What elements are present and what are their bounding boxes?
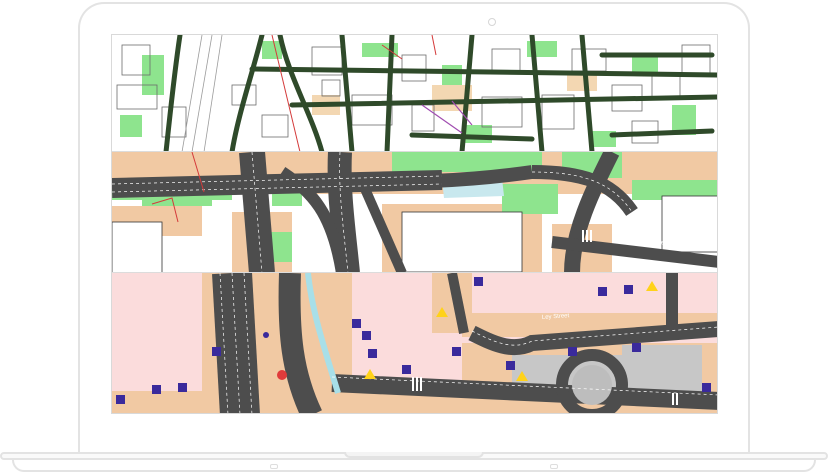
laptop-opening-notch <box>344 452 484 458</box>
laptop-base-bottom <box>12 460 816 472</box>
traffic-signage-map: Ley Street <box>112 273 717 413</box>
traffic-signage-map-panel[interactable]: Ley Street <box>112 273 717 413</box>
topographic-map <box>112 35 717 152</box>
road-design-map: Ley Street <box>112 152 717 273</box>
laptop-foot <box>270 464 278 469</box>
laptop-base <box>0 452 828 474</box>
laptop-foot <box>550 464 558 469</box>
laptop-screen: Ley Street Ley Street <box>111 34 718 414</box>
laptop-mockup: Ley Street Ley Street <box>0 0 828 476</box>
camera-icon <box>488 18 496 26</box>
road-design-map-panel[interactable]: Ley Street <box>112 152 717 273</box>
topographic-map-panel[interactable] <box>112 35 717 152</box>
